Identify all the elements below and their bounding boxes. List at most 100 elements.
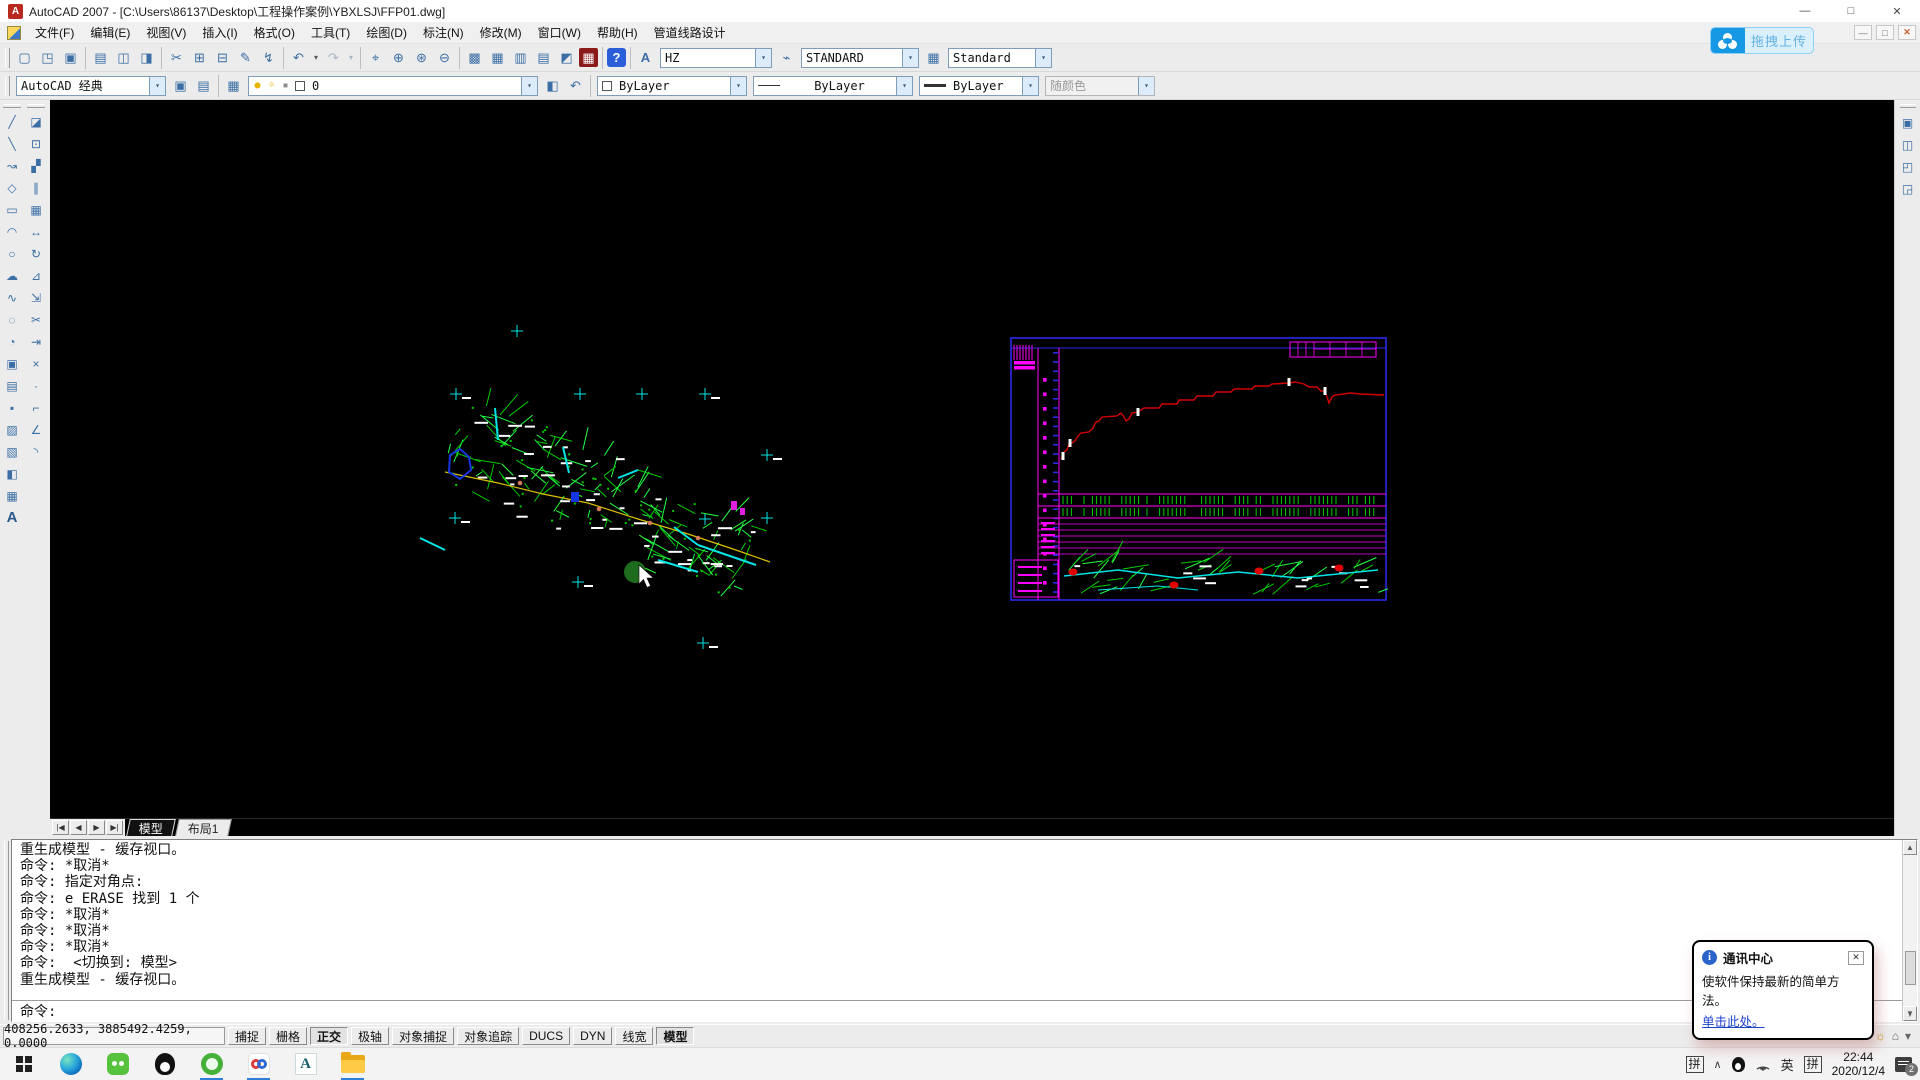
quick-calc-icon[interactable]: ↯: [258, 47, 279, 68]
tab-模型[interactable]: 模型: [126, 819, 176, 836]
taskbar-app-start[interactable]: [0, 1048, 47, 1080]
sheet-set-icon[interactable]: ▥: [510, 47, 531, 68]
tray-chevron-icon[interactable]: ∧: [1714, 1058, 1722, 1071]
scroll-up-icon[interactable]: ▲: [1903, 840, 1917, 855]
rectangle-icon[interactable]: ▭: [2, 199, 23, 220]
taskbar-clock[interactable]: 22:44 2020/12/4: [1832, 1050, 1885, 1078]
table-style-icon[interactable]: ▦: [923, 47, 944, 68]
copy-icon[interactable]: ⊞: [189, 47, 210, 68]
lineweight-combo[interactable]: ByLayer▾: [919, 76, 1039, 96]
taskbar-app-wechat[interactable]: [94, 1048, 141, 1080]
status-toggle-模型[interactable]: 模型: [656, 1027, 694, 1045]
pan-icon[interactable]: ⌖: [365, 47, 386, 68]
workspace-save-icon[interactable]: ▤: [193, 75, 214, 96]
command-input-row[interactable]: 命令:: [12, 1000, 1902, 1021]
last-tab-icon[interactable]: ▶|: [106, 820, 123, 835]
gradient-icon[interactable]: ▧: [2, 441, 23, 462]
table-style-combo[interactable]: Standard▾: [948, 48, 1052, 68]
array-icon[interactable]: ▦: [26, 199, 47, 220]
mdi-minimize-button[interactable]: —: [1854, 25, 1872, 40]
layer-bulb-icon[interactable]: ●: [252, 80, 263, 91]
next-tab-icon[interactable]: ▶: [88, 820, 105, 835]
scale-icon[interactable]: ⊿: [26, 265, 47, 286]
toolbar-lock-icon[interactable]: ⌂: [1892, 1029, 1899, 1043]
tool-palettes-icon[interactable]: ▦: [487, 47, 508, 68]
command-window-grip[interactable]: [4, 841, 9, 1020]
mtext-icon[interactable]: A: [2, 507, 23, 528]
spline-icon[interactable]: ∿: [2, 287, 23, 308]
minimize-button[interactable]: —: [1782, 0, 1828, 22]
join-icon[interactable]: ⌐: [26, 397, 47, 418]
chamfer-icon[interactable]: ∠: [26, 419, 47, 440]
stretch-icon[interactable]: ⇲: [26, 287, 47, 308]
status-toggle-极轴[interactable]: 极轴: [351, 1027, 389, 1045]
drawing-canvas[interactable]: [50, 100, 1894, 818]
qq-tray-icon[interactable]: [1732, 1057, 1745, 1072]
status-toggle-DUCS[interactable]: DUCS: [522, 1027, 570, 1045]
layer-manager-icon[interactable]: ▦: [223, 75, 244, 96]
plot-preview-icon[interactable]: ◫: [113, 47, 134, 68]
popup-close-icon[interactable]: ✕: [1848, 951, 1864, 965]
cut-icon[interactable]: ✂: [166, 47, 187, 68]
ellipse-icon[interactable]: ◌: [2, 309, 23, 330]
save-icon[interactable]: ▣: [60, 47, 81, 68]
status-toggle-对象捕捉[interactable]: 对象捕捉: [392, 1027, 454, 1045]
ime-language-indicator[interactable]: 英: [1781, 1055, 1794, 1074]
status-toggle-线宽[interactable]: 线宽: [615, 1027, 653, 1045]
menu-item-2[interactable]: 视图(V): [138, 21, 194, 44]
status-toggle-捕捉[interactable]: 捕捉: [228, 1027, 266, 1045]
menu-item-4[interactable]: 格式(O): [246, 21, 303, 44]
command-expand-icon[interactable]: ›: [1903, 1007, 1917, 1021]
taskbar-app-autocad[interactable]: A: [282, 1048, 329, 1080]
markup-icon[interactable]: ▤: [533, 47, 554, 68]
redo-arrow-icon[interactable]: ▾: [346, 47, 356, 68]
help-icon[interactable]: ?: [607, 48, 626, 67]
taskbar-app-rings-app[interactable]: [235, 1048, 282, 1080]
named-views-icon[interactable]: ▣: [1897, 112, 1918, 133]
open-icon[interactable]: ◳: [37, 47, 58, 68]
menu-item-9[interactable]: 窗口(W): [530, 21, 589, 44]
point-icon[interactable]: ▪: [2, 397, 23, 418]
close-button[interactable]: ✕: [1874, 0, 1920, 22]
calculator-icon[interactable]: ▦: [579, 48, 598, 67]
comm-center-icon[interactable]: ☼: [1875, 1029, 1886, 1043]
copy-object-icon[interactable]: ⊡: [26, 133, 47, 154]
offset-icon[interactable]: ∥: [26, 177, 47, 198]
region-icon[interactable]: ◧: [2, 463, 23, 484]
taskbar-app-edge[interactable]: [47, 1048, 94, 1080]
make-object-layer-icon[interactable]: ◧: [542, 75, 563, 96]
polyline-icon[interactable]: ↝: [2, 155, 23, 176]
menu-item-5[interactable]: 工具(T): [303, 21, 358, 44]
network-signal-icon[interactable]: [1755, 1057, 1771, 1071]
hatch-icon[interactable]: ▨: [2, 419, 23, 440]
redo-icon[interactable]: ↷: [323, 47, 344, 68]
viewport-poly-icon[interactable]: ◰: [1897, 156, 1918, 177]
table-icon[interactable]: ▦: [2, 485, 23, 506]
design-center-icon[interactable]: ▩: [464, 47, 485, 68]
fillet-icon[interactable]: ◝: [26, 441, 47, 462]
viewport-convert-icon[interactable]: ◲: [1897, 178, 1918, 199]
extend-icon[interactable]: ⇥: [26, 331, 47, 352]
erase-icon[interactable]: ◪: [26, 111, 47, 132]
status-toggle-对象追踪[interactable]: 对象追踪: [457, 1027, 519, 1045]
menu-item-8[interactable]: 修改(M): [472, 21, 530, 44]
break-at-point-icon[interactable]: ×: [26, 353, 47, 374]
menu-item-7[interactable]: 标注(N): [415, 21, 472, 44]
zoom-previous-icon[interactable]: ⊖: [434, 47, 455, 68]
plot-icon[interactable]: ▤: [90, 47, 111, 68]
tab-布局1[interactable]: 布局1: [175, 819, 231, 836]
menu-item-3[interactable]: 插入(I): [194, 21, 245, 44]
taskbar-app-explorer[interactable]: [329, 1048, 376, 1080]
layer-sun-icon[interactable]: ☼: [266, 80, 277, 91]
ime-pinyin-badge-2[interactable]: 拼: [1804, 1056, 1822, 1073]
command-scrollbar[interactable]: ▲ ▼: [1902, 840, 1917, 1021]
scrollbar-thumb[interactable]: [1905, 951, 1916, 985]
toolbar-grip[interactable]: [5, 48, 10, 68]
layer-combo[interactable]: ● ☼ ▪ 0 ▾: [248, 76, 538, 96]
dim-style-icon[interactable]: ⌁: [776, 47, 797, 68]
line-icon[interactable]: ╱: [2, 111, 23, 132]
dim-style-combo[interactable]: STANDARD▾: [801, 48, 919, 68]
netdisk-upload-button[interactable]: 拖拽上传: [1710, 27, 1814, 54]
status-toggle-DYN[interactable]: DYN: [573, 1027, 612, 1045]
move-icon[interactable]: ↔: [26, 221, 47, 242]
